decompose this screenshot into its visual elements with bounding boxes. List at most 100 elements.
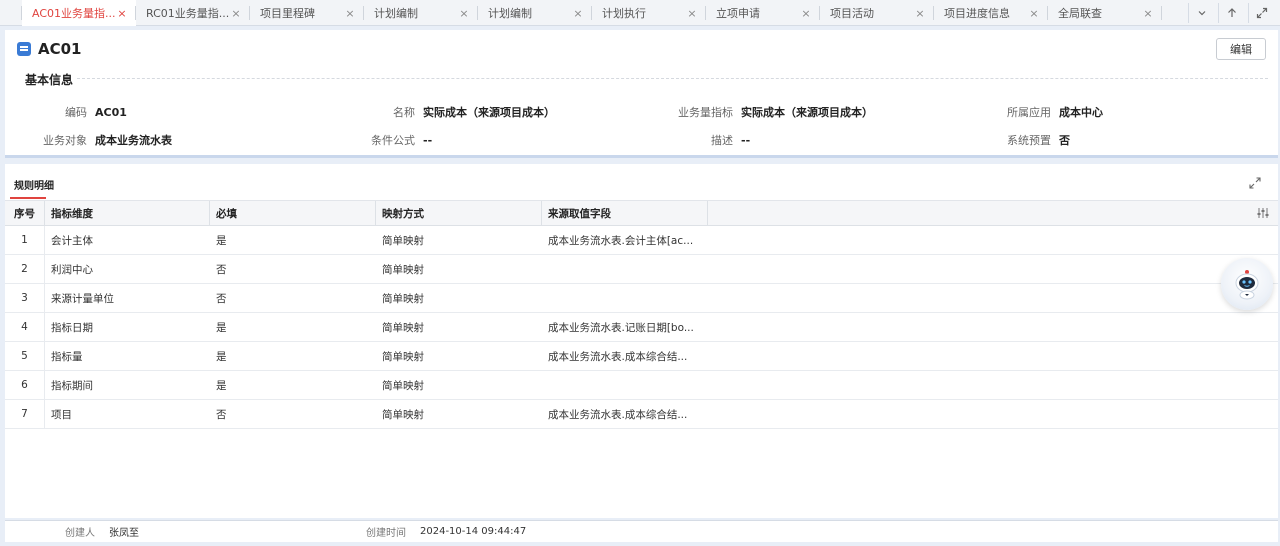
column-settings-icon[interactable]	[1256, 206, 1270, 220]
cell-required: 否	[216, 408, 227, 421]
table-row[interactable]: 3 来源计量单位 否 简单映射	[5, 284, 1278, 313]
field-value: 成本业务流水表	[95, 134, 172, 147]
close-icon[interactable]: ×	[458, 7, 470, 20]
tab-label: 计划执行	[602, 7, 646, 20]
close-icon[interactable]: ×	[800, 7, 812, 20]
cell-source-field	[542, 255, 708, 283]
cell-mapping: 简单映射	[382, 234, 424, 247]
cell-mapping: 简单映射	[382, 292, 424, 305]
edit-button[interactable]: 编辑	[1216, 38, 1266, 60]
tab-3[interactable]: 计划编制 ×	[364, 0, 478, 26]
table-row[interactable]: 7 项目 否 简单映射 成本业务流水表.成本综合结...	[5, 400, 1278, 429]
field-condition-formula: 条件公式 --	[333, 132, 432, 148]
cell-filler	[708, 284, 1278, 312]
column-header-mapping[interactable]: 映射方式	[376, 201, 542, 225]
field-system-preset: 系统预置 否	[969, 132, 1070, 148]
robot-assistant-icon	[1235, 270, 1259, 300]
table-row[interactable]: 2 利润中心 否 简单映射	[5, 255, 1278, 284]
field-name: 名称 实际成本（来源项目成本）	[333, 104, 555, 120]
close-icon[interactable]: ×	[1142, 7, 1154, 20]
cell-dimension: 来源计量单位	[51, 292, 114, 305]
tab-1[interactable]: RC01业务量指... ×	[136, 0, 250, 26]
close-icon[interactable]: ×	[344, 7, 356, 20]
cell-required: 是	[216, 350, 227, 363]
cell-filler	[708, 313, 1278, 341]
cell-required: 是	[216, 379, 227, 392]
cell-mapping: 简单映射	[382, 321, 424, 334]
cell-mapping: 简单映射	[382, 379, 424, 392]
cell-source-field: 成本业务流水表.成本综合结...	[548, 408, 688, 421]
fullscreen-button[interactable]	[1248, 2, 1274, 23]
tab-bar-left-edge	[0, 0, 22, 25]
table-row[interactable]: 6 指标期间 是 简单映射	[5, 371, 1278, 400]
tab-2[interactable]: 项目里程碑 ×	[250, 0, 364, 26]
tab-label: RC01业务量指...	[146, 7, 230, 20]
column-header-index[interactable]: 序号	[5, 201, 45, 225]
close-icon[interactable]: ×	[914, 7, 926, 20]
tab-label: 项目进度信息	[944, 7, 1010, 20]
column-header-dimension[interactable]: 指标维度	[45, 201, 210, 225]
tab-0[interactable]: AC01业务量指... ×	[22, 0, 136, 26]
title-row: AC01	[17, 40, 82, 58]
upload-button[interactable]	[1218, 2, 1244, 23]
tab-label: 计划编制	[488, 7, 532, 20]
cell-index: 2	[5, 255, 45, 283]
tab-9[interactable]: 全局联查 ×	[1048, 0, 1162, 26]
chevron-down-icon	[1198, 10, 1205, 15]
field-label: 所属应用	[1007, 106, 1051, 119]
field-description: 描述 --	[651, 132, 750, 148]
table-row[interactable]: 4 指标日期 是 简单映射 成本业务流水表.记账日期[bo...	[5, 313, 1278, 342]
tab-rules-detail[interactable]: 规则明细	[14, 177, 54, 192]
field-value: --	[741, 133, 751, 147]
tab-6[interactable]: 立项申请 ×	[706, 0, 820, 26]
cell-required: 否	[216, 292, 227, 305]
field-label: 业务对象	[43, 134, 87, 147]
tab-8[interactable]: 项目进度信息 ×	[934, 0, 1048, 26]
table-row[interactable]: 5 指标量 是 简单映射 成本业务流水表.成本综合结...	[5, 342, 1278, 371]
table-header-row: 序号 指标维度 必填 映射方式 来源取值字段	[5, 201, 1278, 226]
creator-value: 张凤至	[109, 528, 139, 539]
cell-index: 7	[5, 400, 45, 428]
field-business-object: 业务对象 成本业务流水表	[5, 132, 172, 148]
table-row[interactable]: 1 会计主体 是 简单映射 成本业务流水表.会计主体[ac...	[5, 226, 1278, 255]
cell-dimension: 会计主体	[51, 234, 93, 247]
tab-bar: AC01业务量指... × RC01业务量指... × 项目里程碑 × 计划编制 × 计划编制 ×…	[0, 0, 1280, 26]
cell-source-field: 成本业务流水表.会计主体[ac...	[548, 234, 694, 247]
cell-index: 6	[5, 371, 45, 399]
field-label: 条件公式	[371, 134, 415, 147]
cell-required: 是	[216, 321, 227, 334]
field-application: 所属应用 成本中心	[969, 104, 1103, 120]
field-label: 系统预置	[1007, 134, 1051, 147]
field-label: 描述	[711, 134, 733, 147]
column-header-source-field[interactable]: 来源取值字段	[542, 201, 708, 225]
close-icon[interactable]: ×	[1028, 7, 1040, 20]
tab-7[interactable]: 项目活动 ×	[820, 0, 934, 26]
close-icon[interactable]: ×	[116, 7, 128, 20]
field-value: --	[423, 133, 433, 147]
tab-label: 项目活动	[830, 7, 874, 20]
cell-mapping: 简单映射	[382, 350, 424, 363]
assistant-button[interactable]	[1221, 258, 1273, 310]
cell-source-field: 成本业务流水表.成本综合结...	[548, 350, 688, 363]
cell-filler	[708, 342, 1278, 370]
field-business-metric: 业务量指标 实际成本（来源项目成本）	[651, 104, 873, 120]
tab-list-button[interactable]	[1188, 2, 1214, 23]
close-icon[interactable]: ×	[230, 7, 242, 20]
tab-5[interactable]: 计划执行 ×	[592, 0, 706, 26]
cell-required: 是	[216, 234, 227, 247]
tab-label: 全局联查	[1058, 7, 1102, 20]
cell-index: 5	[5, 342, 45, 370]
rules-card: 规则明细 序号 指标维度 必填 映射方式 来源取值字段 1 会计主体是简单映射 成本…	[5, 164, 1278, 518]
expand-icon[interactable]	[1248, 176, 1262, 190]
close-icon[interactable]: ×	[686, 7, 698, 20]
close-icon[interactable]: ×	[572, 7, 584, 20]
field-label: 名称	[393, 106, 415, 119]
cell-dimension: 项目	[51, 408, 72, 421]
tab-4[interactable]: 计划编制 ×	[478, 0, 592, 26]
table-body: 1 会计主体是简单映射 成本业务流水表.会计主体[ac... 2 利润中心否简单映射 3 来…	[5, 226, 1278, 429]
tab-label: AC01业务量指...	[32, 7, 116, 20]
column-header-required[interactable]: 必填	[210, 201, 376, 225]
field-value: AC01	[95, 105, 127, 119]
section-divider	[77, 78, 1268, 79]
field-code: 编码 AC01	[5, 104, 127, 120]
